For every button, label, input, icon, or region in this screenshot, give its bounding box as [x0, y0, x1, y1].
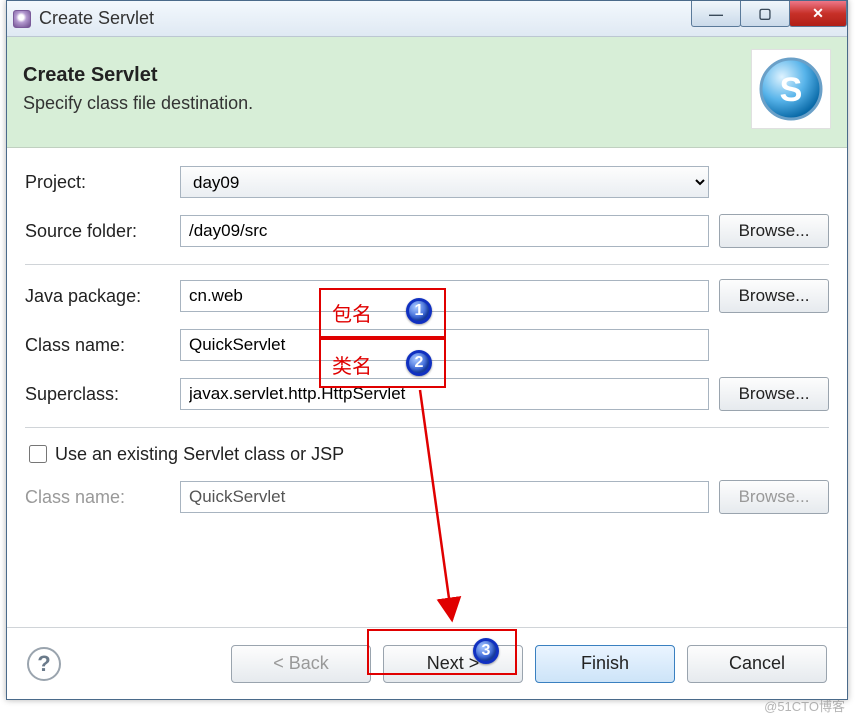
- annotation-label-1: 包名: [332, 298, 372, 327]
- project-select[interactable]: day09: [180, 166, 709, 198]
- separator-1: [25, 264, 829, 265]
- existing-class-label: Class name:: [25, 487, 180, 508]
- use-existing-row: Use an existing Servlet class or JSP: [25, 442, 829, 466]
- back-button: < Back: [231, 645, 371, 683]
- use-existing-checkbox[interactable]: [29, 445, 47, 463]
- dialog-window: Create Servlet — ▢ ✕ Create Servlet Spec…: [6, 0, 848, 700]
- existing-class-input: [180, 481, 709, 513]
- maximize-button[interactable]: ▢: [740, 1, 790, 27]
- browse-package-button[interactable]: Browse...: [719, 279, 829, 313]
- help-button[interactable]: ?: [27, 647, 61, 681]
- window-controls: — ▢ ✕: [692, 1, 847, 27]
- finish-button[interactable]: Finish: [535, 645, 675, 683]
- project-row: Project: day09: [25, 166, 829, 198]
- source-folder-label: Source folder:: [25, 221, 180, 242]
- java-package-input[interactable]: [180, 280, 709, 312]
- source-folder-input[interactable]: [180, 215, 709, 247]
- java-package-label: Java package:: [25, 286, 180, 307]
- browse-existing-button: Browse...: [719, 480, 829, 514]
- wizard-subtitle: Specify class file destination.: [23, 93, 751, 114]
- annotation-number-3: 3: [473, 638, 499, 664]
- class-name-input[interactable]: [180, 329, 709, 361]
- minimize-button[interactable]: —: [691, 1, 741, 27]
- superclass-input[interactable]: [180, 378, 709, 410]
- annotation-number-1: 1: [406, 298, 432, 324]
- cancel-button[interactable]: Cancel: [687, 645, 827, 683]
- servlet-icon-letter: S: [780, 71, 803, 109]
- next-button[interactable]: Next >: [383, 645, 523, 683]
- button-bar: ? < Back Next > Finish Cancel: [7, 627, 847, 699]
- use-existing-label: Use an existing Servlet class or JSP: [55, 444, 344, 465]
- annotation-number-2: 2: [406, 350, 432, 376]
- superclass-label: Superclass:: [25, 384, 180, 405]
- browse-superclass-button[interactable]: Browse...: [719, 377, 829, 411]
- window-title: Create Servlet: [39, 8, 154, 29]
- source-folder-row: Source folder: Browse...: [25, 214, 829, 248]
- titlebar[interactable]: Create Servlet — ▢ ✕: [7, 1, 847, 37]
- browse-source-button[interactable]: Browse...: [719, 214, 829, 248]
- wizard-header: Create Servlet Specify class file destin…: [7, 37, 847, 148]
- servlet-icon: S: [751, 49, 831, 129]
- eclipse-icon: [13, 10, 31, 28]
- separator-2: [25, 427, 829, 428]
- close-button[interactable]: ✕: [789, 1, 847, 27]
- project-label: Project:: [25, 172, 180, 193]
- annotation-label-2: 类名: [332, 350, 372, 379]
- existing-class-row: Class name: Browse...: [25, 480, 829, 514]
- wizard-title: Create Servlet: [23, 64, 751, 87]
- superclass-row: Superclass: Browse...: [25, 377, 829, 411]
- form-content: Project: day09 Source folder: Browse... …: [7, 148, 847, 538]
- class-name-label: Class name:: [25, 335, 180, 356]
- watermark: @51CTO博客: [764, 696, 845, 715]
